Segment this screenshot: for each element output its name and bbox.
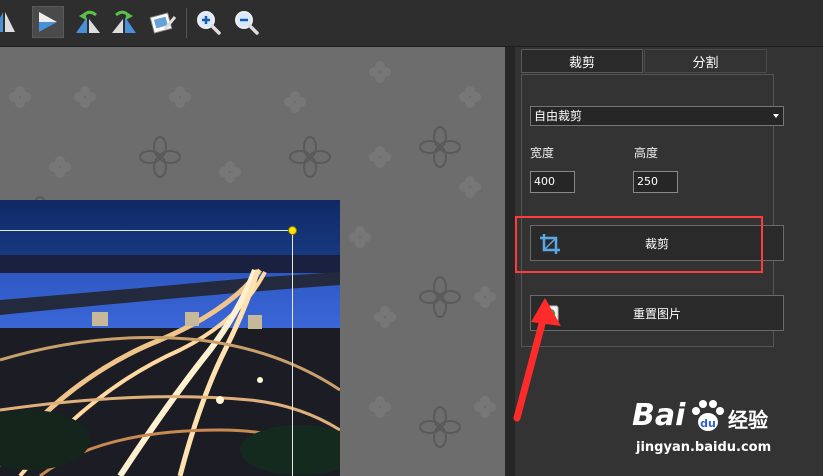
edit-image-button[interactable]: [147, 6, 179, 38]
dropdown-arrow-icon: [773, 114, 779, 118]
watermark-brand: Bai: [632, 398, 686, 433]
crop-box-top-edge[interactable]: [0, 230, 293, 231]
reset-image-button[interactable]: 重置图片: [530, 295, 784, 331]
flip-vertical-button[interactable]: [32, 6, 64, 38]
rotate-left-button[interactable]: [72, 6, 104, 38]
toolbar: [0, 0, 823, 47]
height-label: 高度: [634, 146, 659, 160]
zoom-out-button[interactable]: [230, 6, 262, 38]
crop-handle-top-right[interactable]: [288, 226, 297, 235]
highlight-annotation-box: [515, 216, 763, 273]
image-canvas[interactable]: [0, 47, 505, 476]
height-input[interactable]: 250: [633, 171, 678, 193]
edit-image-icon: [149, 12, 177, 34]
reset-image-button-label: 重置图片: [632, 306, 681, 321]
watermark-url: jingyan.baidu.com: [636, 440, 772, 455]
rotate-right-icon: [112, 10, 136, 33]
svg-text:du: du: [700, 417, 716, 430]
width-value: 400: [534, 175, 555, 188]
height-value: 250: [637, 175, 658, 188]
baidu-jingyan-watermark: Bai du 经验 jingyan.baidu.com: [632, 398, 817, 468]
tab-split-label: 分割: [692, 55, 719, 71]
crop-box-right-edge[interactable]: [292, 230, 293, 476]
night-bridge-image: [0, 200, 340, 476]
zoom-in-button[interactable]: [192, 6, 224, 38]
zoom-out-icon: [235, 11, 259, 35]
flip-horizontal-icon: [0, 12, 15, 32]
crop-mode-select[interactable]: 自由裁剪: [530, 106, 784, 126]
width-input[interactable]: 400: [530, 171, 575, 193]
flip-horizontal-active-icon: [39, 12, 57, 32]
rotate-left-icon: [76, 10, 100, 33]
zoom-in-icon: [197, 11, 221, 35]
width-label: 宽度: [530, 146, 555, 160]
tab-split[interactable]: 分割: [644, 49, 767, 73]
tab-crop[interactable]: 裁剪: [521, 49, 643, 73]
watermark-brand-suffix: 经验: [728, 408, 768, 432]
rotate-right-button[interactable]: [108, 6, 140, 38]
annotation-arrow: [513, 298, 561, 422]
flip-horizontal-button[interactable]: [0, 6, 20, 38]
toolbar-separator: [186, 8, 187, 38]
photo-preview: [0, 200, 340, 476]
tab-crop-label: 裁剪: [568, 55, 595, 71]
crop-mode-value: 自由裁剪: [534, 109, 583, 123]
paw-logo: du: [692, 400, 724, 431]
